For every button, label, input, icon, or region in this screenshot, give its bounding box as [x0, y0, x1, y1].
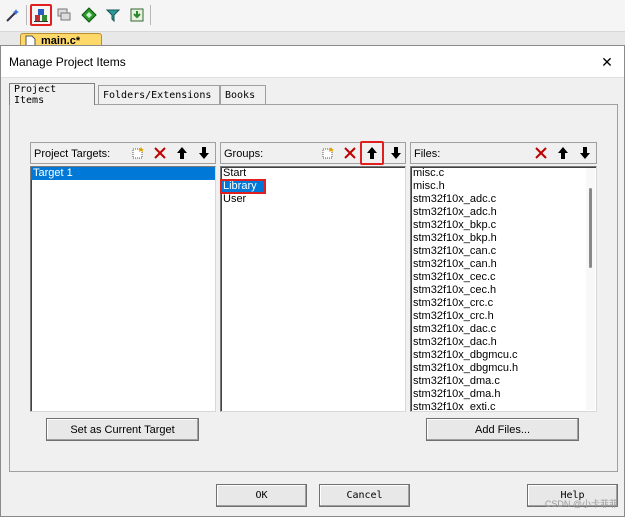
- groups-list[interactable]: Start Library User: [220, 166, 406, 412]
- window-stack-icon[interactable]: [53, 4, 75, 26]
- delete-file-button[interactable]: [531, 144, 550, 162]
- groups-header: Groups:: [220, 141, 406, 165]
- list-item[interactable]: stm32f10x_adc.h: [411, 206, 596, 219]
- tab-books[interactable]: Books: [220, 85, 266, 104]
- close-button[interactable]: ✕: [594, 50, 620, 74]
- tab-folders-extensions[interactable]: Folders/Extensions: [98, 85, 220, 104]
- scroll-thumb[interactable]: [589, 188, 592, 268]
- project-targets-header: Project Targets:: [30, 142, 216, 164]
- move-file-down-button[interactable]: [575, 144, 594, 162]
- files-scrollbar[interactable]: [586, 168, 595, 410]
- list-item[interactable]: stm32f10x_dma.c: [411, 375, 596, 388]
- arrow-up-icon: [367, 147, 377, 159]
- set-as-current-target-button[interactable]: Set as Current Target: [46, 418, 199, 441]
- move-file-up-button[interactable]: [553, 144, 572, 162]
- arrow-down-icon: [198, 147, 209, 159]
- list-item[interactable]: misc.h: [411, 180, 596, 193]
- button-label: OK: [255, 490, 268, 501]
- ide-toolbar: [0, 0, 625, 32]
- manage-project-items-dialog: Manage Project Items ✕ Project Items Fol…: [0, 45, 625, 517]
- cancel-button[interactable]: Cancel: [319, 484, 410, 507]
- files-items: misc.c misc.h stm32f10x_adc.c stm32f10x_adc…: [411, 167, 596, 411]
- list-item[interactable]: stm32f10x_dbgmcu.h: [411, 362, 596, 375]
- arrow-up-icon: [176, 147, 187, 159]
- delete-group-button[interactable]: [340, 144, 359, 162]
- files-list[interactable]: misc.c misc.h stm32f10x_adc.c stm32f10x_adc…: [410, 166, 597, 412]
- arrow-up-icon: [557, 147, 568, 159]
- watermark: CSDN @小卡菲菲: [544, 499, 618, 509]
- move-group-up-button[interactable]: [360, 141, 384, 165]
- list-item[interactable]: stm32f10x_dbgmcu.c: [411, 349, 596, 362]
- tab-project-items[interactable]: Project Items: [9, 83, 95, 106]
- arrow-down-icon: [579, 147, 590, 159]
- list-item[interactable]: stm32f10x_exti.c: [411, 401, 596, 411]
- wand-icon[interactable]: [2, 4, 24, 26]
- move-group-down-button[interactable]: [386, 144, 405, 162]
- list-item[interactable]: misc.c: [411, 167, 596, 180]
- list-item[interactable]: User: [221, 193, 405, 206]
- delete-icon: [343, 147, 356, 159]
- button-label: Cancel: [346, 490, 383, 501]
- project-targets-label: Project Targets:: [34, 148, 111, 160]
- dialog-title: Manage Project Items: [9, 55, 126, 69]
- list-item[interactable]: stm32f10x_dac.c: [411, 323, 596, 336]
- list-item-selected[interactable]: Library: [220, 179, 266, 194]
- list-item[interactable]: stm32f10x_bkp.h: [411, 232, 596, 245]
- new-target-button[interactable]: [128, 144, 147, 162]
- tab-label: Books: [225, 89, 256, 101]
- project-items-icon[interactable]: [30, 4, 52, 26]
- list-item[interactable]: stm32f10x_adc.c: [411, 193, 596, 206]
- list-item[interactable]: stm32f10x_dac.h: [411, 336, 596, 349]
- list-item[interactable]: stm32f10x_can.h: [411, 258, 596, 271]
- project-targets-list[interactable]: Target 1: [30, 166, 216, 412]
- list-item[interactable]: stm32f10x_crc.h: [411, 310, 596, 323]
- move-target-up-button[interactable]: [172, 144, 191, 162]
- list-item[interactable]: stm32f10x_can.c: [411, 245, 596, 258]
- download-icon[interactable]: [126, 4, 148, 26]
- groups-label: Groups:: [224, 148, 264, 160]
- list-item[interactable]: stm32f10x_crc.c: [411, 297, 596, 310]
- files-label: Files:: [414, 148, 441, 160]
- list-item[interactable]: stm32f10x_bkp.c: [411, 219, 596, 232]
- funnel-icon[interactable]: [102, 4, 124, 26]
- tab-label: Project Items: [14, 83, 57, 106]
- delete-icon: [534, 147, 547, 159]
- ok-button[interactable]: OK: [216, 484, 307, 507]
- list-item[interactable]: Start: [221, 167, 405, 180]
- button-label: Set as Current Target: [70, 423, 175, 436]
- move-target-down-button[interactable]: [194, 144, 213, 162]
- list-item[interactable]: stm32f10x_cec.h: [411, 284, 596, 297]
- list-item[interactable]: stm32f10x_cec.c: [411, 271, 596, 284]
- arrow-down-icon: [390, 147, 401, 159]
- tab-label: Folders/Extensions: [103, 89, 212, 101]
- dialog-title-bar: Manage Project Items ✕: [1, 46, 624, 78]
- delete-icon: [153, 147, 166, 159]
- button-label: Add Files...: [474, 423, 531, 436]
- delete-target-button[interactable]: [150, 144, 169, 162]
- new-icon: [132, 147, 144, 159]
- new-group-button[interactable]: [318, 144, 337, 162]
- add-files-button[interactable]: Add Files...: [426, 418, 579, 441]
- list-item[interactable]: Target 1: [31, 167, 215, 180]
- close-icon: ✕: [601, 53, 613, 70]
- new-icon: [322, 147, 334, 159]
- files-header: Files:: [410, 142, 597, 164]
- green-diamond-icon[interactable]: [78, 4, 100, 26]
- list-item[interactable]: stm32f10x_dma.h: [411, 388, 596, 401]
